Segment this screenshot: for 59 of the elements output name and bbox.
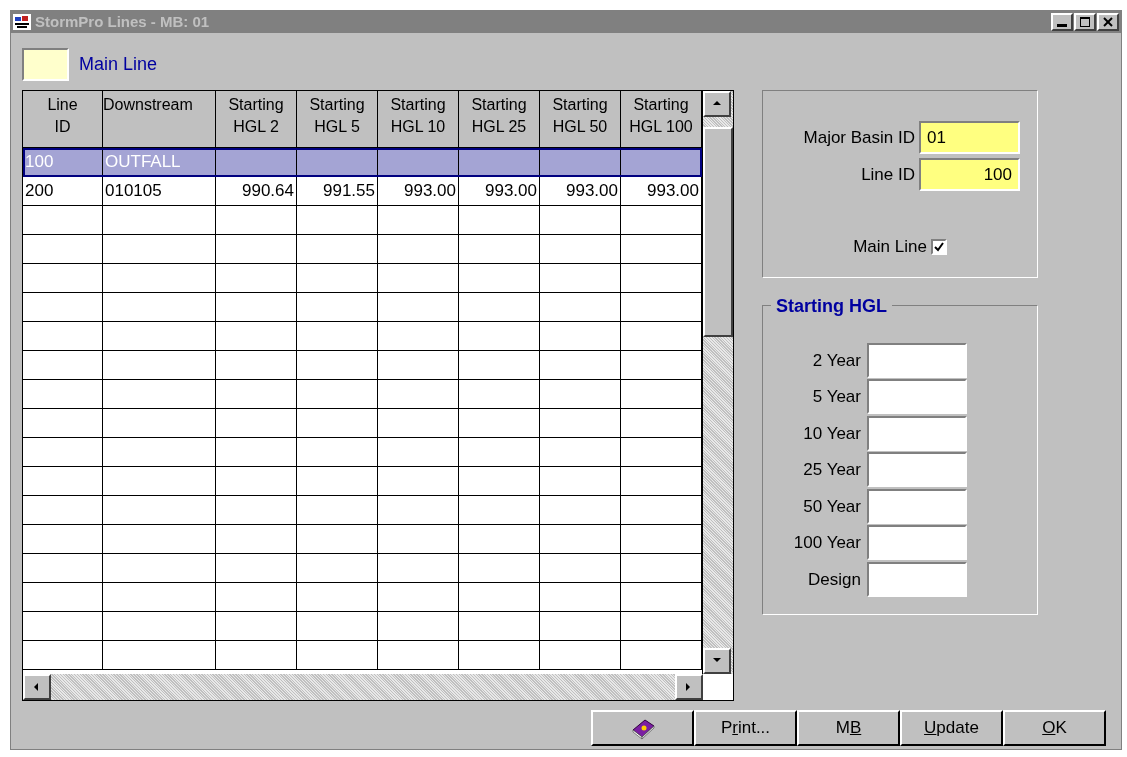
dialog-button[interactable]: Print... bbox=[694, 710, 797, 746]
field-label: Major Basin ID bbox=[803, 126, 915, 149]
legend-label: Main Line bbox=[79, 53, 158, 76]
field-label: 25 Year bbox=[802, 459, 862, 481]
field-label: 10 Year bbox=[802, 422, 862, 445]
table-cell: 991.55 bbox=[297, 177, 378, 206]
dialog-button[interactable]: MB bbox=[797, 710, 900, 746]
scroll-right-button[interactable] bbox=[675, 674, 703, 700]
text-field[interactable] bbox=[867, 415, 967, 451]
column-header[interactable]: Starting HGL 5 bbox=[297, 91, 378, 148]
table-cell: 993.00 bbox=[459, 177, 540, 206]
checkbox-label: Main Line bbox=[853, 236, 927, 258]
main-line-checkbox[interactable] bbox=[930, 238, 947, 255]
column-header[interactable]: Downstream bbox=[103, 91, 216, 148]
text-field[interactable] bbox=[867, 379, 967, 415]
text-field[interactable] bbox=[867, 342, 967, 378]
close-button[interactable] bbox=[1097, 13, 1119, 31]
text-field[interactable] bbox=[867, 561, 967, 597]
help-button[interactable] bbox=[591, 710, 694, 746]
column-header[interactable]: Starting HGL 25 bbox=[459, 91, 540, 148]
scroll-up-button[interactable] bbox=[703, 91, 731, 117]
dialog-button[interactable]: Update bbox=[900, 710, 1003, 746]
field-label: 2 Year bbox=[811, 349, 862, 372]
field-label: 50 Year bbox=[802, 495, 862, 518]
window-title: StormPro Lines - MB: 01 bbox=[35, 11, 210, 32]
table-cell: 993.00 bbox=[540, 177, 621, 206]
text-field[interactable] bbox=[867, 452, 967, 488]
scroll-down-button[interactable] bbox=[703, 648, 731, 674]
dialog-button[interactable]: OK bbox=[1003, 710, 1106, 746]
column-header[interactable]: Starting HGL 50 bbox=[540, 91, 621, 148]
scrollbar-thumb[interactable] bbox=[703, 127, 733, 337]
text-field[interactable] bbox=[867, 488, 967, 524]
column-header[interactable]: Starting HGL 10 bbox=[378, 91, 459, 148]
horizontal-scrollbar[interactable] bbox=[23, 674, 703, 700]
field-label: 5 Year bbox=[811, 386, 862, 408]
maximize-icon bbox=[1080, 17, 1090, 27]
minimize-icon bbox=[1057, 24, 1067, 27]
column-header[interactable]: Starting HGL 2 bbox=[216, 91, 297, 148]
table-row[interactable]: 200 010105 990.64 991.55 993.00 993.00 993.00 993.00 bbox=[23, 177, 702, 206]
table-cell: 993.00 bbox=[378, 177, 459, 206]
column-header[interactable]: Line ID bbox=[23, 91, 103, 148]
table-cell: OUTFALL bbox=[103, 148, 216, 177]
field-label: Line ID bbox=[861, 163, 915, 186]
table-cell: 100 bbox=[23, 148, 103, 177]
maximize-button[interactable] bbox=[1074, 13, 1096, 31]
text-field[interactable] bbox=[867, 525, 967, 561]
table-cell: 010105 bbox=[103, 177, 216, 206]
minimize-button[interactable] bbox=[1051, 13, 1073, 31]
field-label: Design bbox=[807, 568, 862, 591]
text-field[interactable]: 01 bbox=[919, 121, 1020, 154]
text-field[interactable]: 100 bbox=[919, 158, 1020, 191]
app-icon bbox=[13, 14, 31, 30]
close-icon bbox=[1103, 17, 1113, 27]
vertical-scrollbar[interactable] bbox=[702, 91, 733, 674]
scroll-left-button[interactable] bbox=[23, 674, 51, 700]
table-cell: 200 bbox=[23, 177, 103, 206]
field-label: 100 Year bbox=[792, 532, 862, 554]
table-cell: 990.64 bbox=[216, 177, 297, 206]
column-header[interactable]: Starting HGL 100 bbox=[621, 91, 702, 148]
